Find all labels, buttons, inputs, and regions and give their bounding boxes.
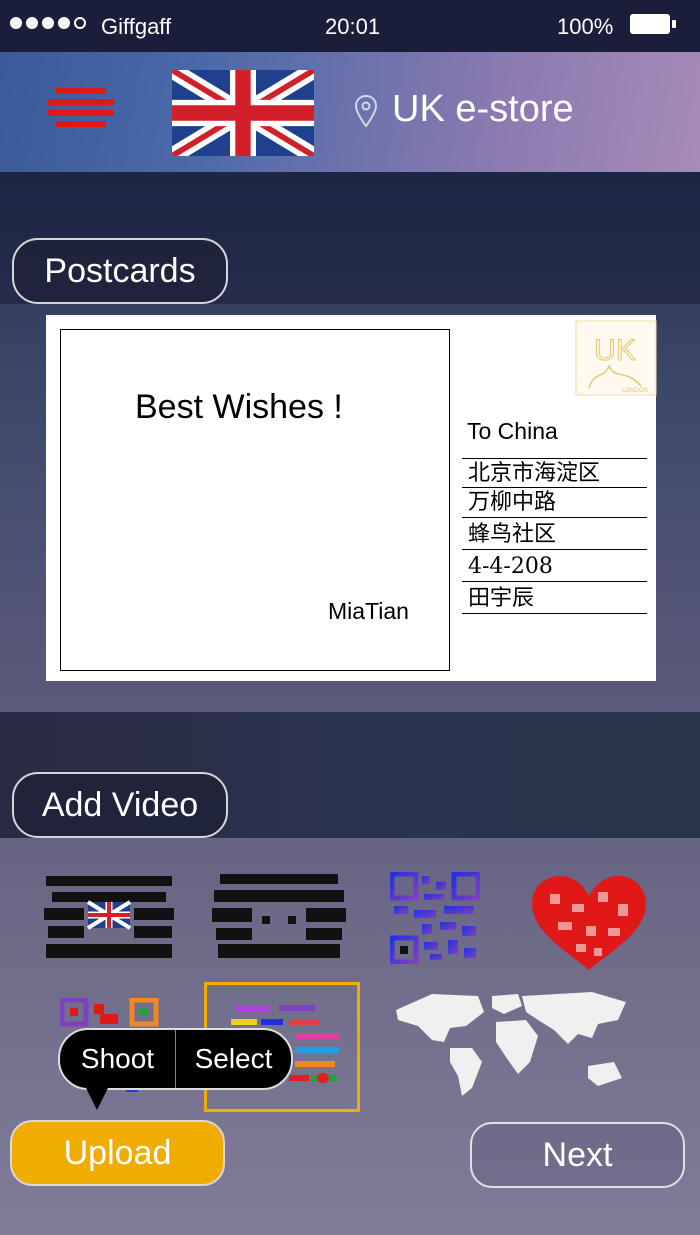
qr-map-icon[interactable] <box>392 990 632 1102</box>
address-line: 蜂鸟社区 <box>462 520 647 550</box>
postcard-recipient-label: To China <box>467 418 558 444</box>
uk-flag-icon[interactable] <box>172 70 314 156</box>
next-button[interactable]: Next <box>470 1122 685 1188</box>
carrier-name: Giffgaff <box>101 14 172 39</box>
location-pin-icon <box>354 94 378 128</box>
address-line: 4-4-208 <box>462 552 647 582</box>
postcard-greeting: Best Wishes ! <box>135 388 343 426</box>
upload-button[interactable]: Upload <box>10 1120 225 1186</box>
address-line: 田宇辰 <box>462 584 647 614</box>
uk-stamp-icon: UK LONDON <box>575 320 657 396</box>
tooltip-arrow <box>86 1088 108 1110</box>
postcards-button[interactable]: Postcards <box>12 238 228 304</box>
select-button[interactable]: Select <box>176 1030 291 1088</box>
postcard-signature: MiaTian <box>328 598 409 624</box>
clock: 20:01 <box>325 14 381 39</box>
qr-flag-icon[interactable] <box>42 872 176 964</box>
stamp-subtext: LONDON <box>622 388 648 394</box>
address-line: 万柳中路 <box>462 488 647 518</box>
shoot-button[interactable]: Shoot <box>60 1030 175 1088</box>
qr-icon[interactable] <box>212 872 346 964</box>
qr-heart-icon[interactable] <box>528 874 650 974</box>
page-title: UK e-store <box>392 88 574 130</box>
add-video-button[interactable]: Add Video <box>12 772 228 838</box>
battery-tip <box>672 20 676 28</box>
stamp-letters: UK <box>594 334 636 367</box>
battery-percent: 100% <box>557 14 614 39</box>
capture-menu: Shoot Select <box>58 1028 293 1090</box>
signal-strength-icon <box>10 17 86 29</box>
qr-gradient-icon[interactable] <box>390 872 480 964</box>
menu-icon[interactable] <box>48 88 114 132</box>
battery-icon <box>630 14 670 34</box>
address-line: 北京市海淀区 <box>462 458 647 488</box>
